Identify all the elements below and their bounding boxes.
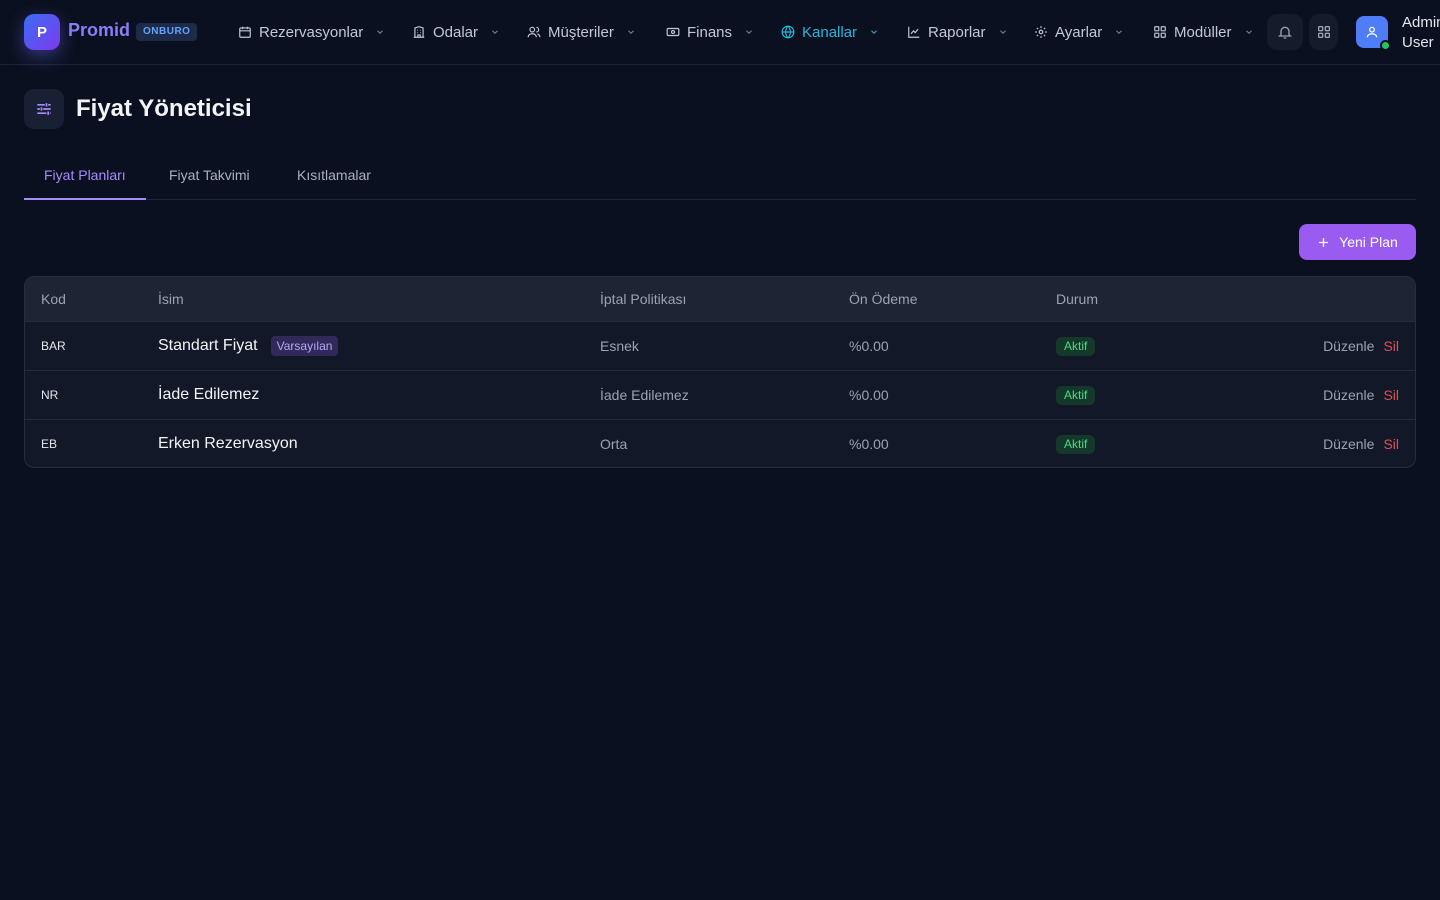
plan-code: EB xyxy=(41,437,58,451)
user-name-line2: User xyxy=(1402,34,1434,51)
nav-item-finans[interactable]: Finans xyxy=(666,0,754,64)
plan-name-cell: Standart Fiyat Varsayılan xyxy=(158,322,339,370)
cancel-policy: İade Edilemez xyxy=(600,387,689,403)
nav-item-moduller[interactable]: Modüller xyxy=(1153,0,1254,64)
sliders-icon xyxy=(24,89,64,129)
prepayment: %0.00 xyxy=(849,436,889,452)
status-cell: Aktif xyxy=(1056,420,1096,467)
nav-item-label: Ayarlar xyxy=(1055,23,1103,41)
plan-code: BAR xyxy=(41,339,66,353)
banknote-icon xyxy=(666,25,680,39)
users-icon xyxy=(527,25,541,39)
brand-name[interactable]: Promid xyxy=(68,20,130,41)
nav-item-label: Kanallar xyxy=(802,23,858,41)
new-plan-button[interactable]: Yeni Plan xyxy=(1299,224,1416,260)
nav-item-label: Modüller xyxy=(1174,23,1232,41)
edit-button[interactable]: Düzenle xyxy=(1323,436,1374,452)
column-header-cancel-policy: İptal Politikası xyxy=(600,291,687,307)
cancel-policy: Orta xyxy=(600,436,628,452)
chart-icon xyxy=(907,25,921,39)
page-title: Fiyat Yöneticisi xyxy=(76,95,252,122)
nav-item-odalar[interactable]: Odalar xyxy=(412,0,500,64)
chevron-down-icon xyxy=(998,27,1008,37)
edit-button[interactable]: Düzenle xyxy=(1323,338,1374,354)
nav-item-kanallar[interactable]: Kanallar xyxy=(781,0,879,64)
delete-button[interactable]: Sil xyxy=(1383,387,1399,403)
chevron-down-icon xyxy=(869,27,879,37)
chevron-down-icon xyxy=(626,27,636,37)
apps-button[interactable] xyxy=(1309,14,1338,50)
nav-item-label: Odalar xyxy=(433,23,479,41)
user-avatar[interactable] xyxy=(1356,16,1391,51)
plan-name-cell: İade Edilemez xyxy=(158,371,259,419)
chevron-down-icon xyxy=(1114,27,1124,37)
row-actions: Düzenle Sil xyxy=(1323,420,1399,467)
delete-button[interactable]: Sil xyxy=(1383,436,1399,452)
status-badge: Aktif xyxy=(1056,336,1096,356)
chevron-down-icon xyxy=(490,27,500,37)
column-header-status: Durum xyxy=(1056,291,1099,307)
calendar-icon xyxy=(238,25,252,39)
nav-item-label: Rezervasyonlar xyxy=(259,23,364,41)
status-badge: Aktif xyxy=(1056,385,1096,405)
plan-name: Standart Fiyat xyxy=(158,337,258,354)
plan-name-cell: Erken Rezervasyon xyxy=(158,420,298,467)
chevron-down-icon xyxy=(375,27,385,37)
table-row[interactable]: NR İade Edilemez İade Edilemez %0.00 Akt… xyxy=(25,370,1415,419)
nav-item-label: Finans xyxy=(687,23,733,41)
nav-item-ayarlar[interactable]: Ayarlar xyxy=(1034,0,1124,64)
nav-item-musteriler[interactable]: Müşteriler xyxy=(527,0,636,64)
nav-item-raporlar[interactable]: Raporlar xyxy=(907,0,1008,64)
user-name[interactable]: Admin User xyxy=(1402,13,1440,53)
column-header-prepayment: Ön Ödeme xyxy=(849,291,918,307)
tab-kisitlamalar[interactable]: Kısıtlamalar xyxy=(277,150,391,200)
globe-icon xyxy=(781,25,795,39)
grid-icon xyxy=(1153,25,1167,39)
row-actions: Düzenle Sil xyxy=(1323,371,1399,419)
online-status-dot xyxy=(1380,40,1391,51)
delete-button[interactable]: Sil xyxy=(1383,338,1399,354)
plan-name: İade Edilemez xyxy=(158,386,260,403)
building-icon xyxy=(412,25,426,39)
user-name-line1: Admin xyxy=(1402,14,1440,31)
edit-button[interactable]: Düzenle xyxy=(1323,387,1374,403)
gear-icon xyxy=(1034,25,1048,39)
plan-code: NR xyxy=(41,388,59,402)
notifications-button[interactable] xyxy=(1267,14,1303,50)
cancel-policy: Esnek xyxy=(600,338,639,354)
nav-item-label: Müşteriler xyxy=(548,23,614,41)
bell-icon xyxy=(1277,24,1293,40)
tab-bar: Fiyat Planları Fiyat Takvimi Kısıtlamala… xyxy=(24,150,1416,200)
rate-plans-table: Kod İsim İptal Politikası Ön Ödeme Durum… xyxy=(24,276,1416,468)
brand-logo[interactable]: P xyxy=(24,14,60,50)
tab-fiyat-takvimi[interactable]: Fiyat Takvimi xyxy=(149,150,270,200)
table-row[interactable]: BAR Standart Fiyat Varsayılan Esnek %0.0… xyxy=(25,321,1415,370)
status-badge: Aktif xyxy=(1056,434,1096,454)
prepayment: %0.00 xyxy=(849,387,889,403)
default-tag: Varsayılan xyxy=(270,336,339,356)
column-header-code: Kod xyxy=(41,291,66,307)
user-icon xyxy=(1365,25,1379,39)
status-cell: Aktif xyxy=(1056,322,1096,370)
row-actions: Düzenle Sil xyxy=(1323,322,1399,370)
plus-icon xyxy=(1317,236,1330,249)
nav-item-rezervasyonlar[interactable]: Rezervasyonlar xyxy=(238,0,385,64)
chevron-down-icon xyxy=(744,27,754,37)
top-navigation-bar: P Promid ONBURO Rezervasyonlar Odalar Mü… xyxy=(0,0,1440,65)
apps-grid-icon xyxy=(1316,24,1332,40)
plan-name: Erken Rezervasyon xyxy=(158,435,298,452)
tab-fiyat-planlari[interactable]: Fiyat Planları xyxy=(24,150,146,200)
nav-item-label: Raporlar xyxy=(928,23,986,41)
brand-badge: ONBURO xyxy=(136,23,198,41)
table-header: Kod İsim İptal Politikası Ön Ödeme Durum xyxy=(25,277,1415,321)
prepayment: %0.00 xyxy=(849,338,889,354)
table-row[interactable]: EB Erken Rezervasyon Orta %0.00 Aktif Dü… xyxy=(25,419,1415,467)
new-plan-label: Yeni Plan xyxy=(1339,234,1398,250)
chevron-down-icon xyxy=(1244,27,1254,37)
column-header-name: İsim xyxy=(158,291,184,307)
status-cell: Aktif xyxy=(1056,371,1096,419)
